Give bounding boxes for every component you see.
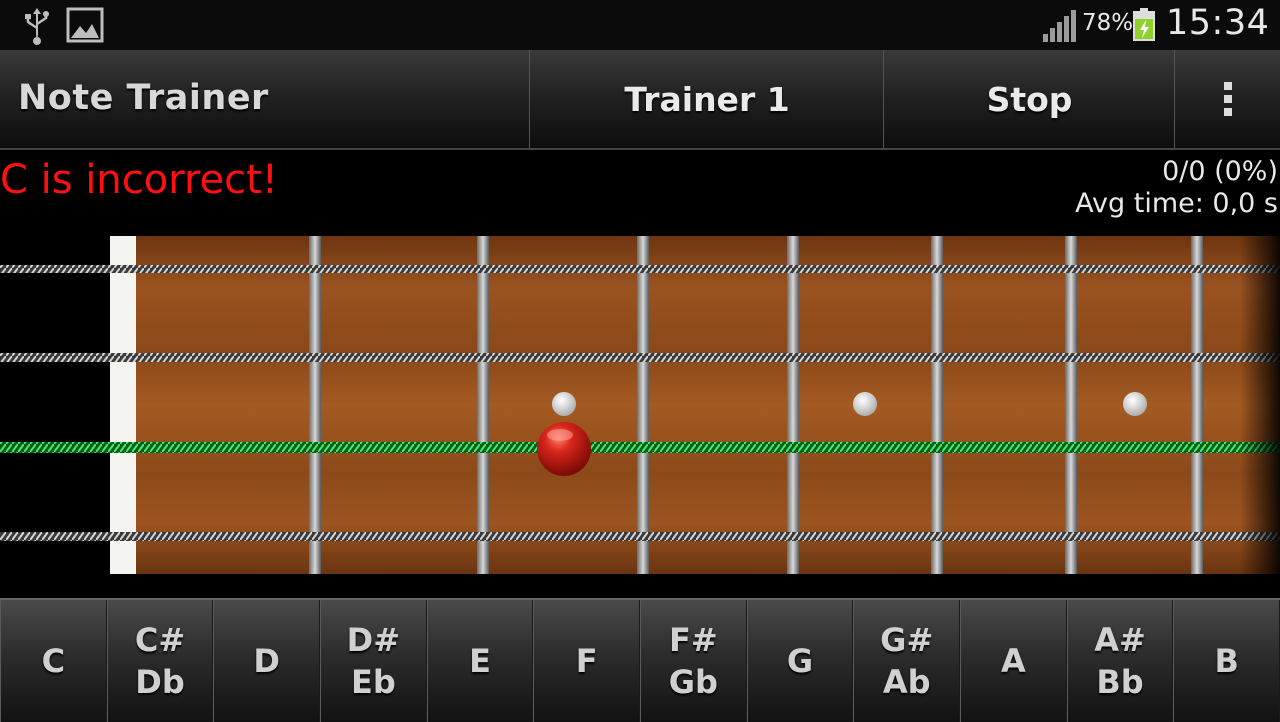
- fret-1: [309, 236, 321, 574]
- fret-6: [1065, 236, 1077, 574]
- overflow-menu-icon: [1223, 82, 1232, 116]
- string-4: [0, 532, 1280, 541]
- string-2: [0, 353, 1280, 362]
- note-button-a-sharp[interactable]: A# Bb: [1066, 600, 1174, 722]
- avg-time-text: Avg time: 0,0 s: [1075, 188, 1278, 219]
- score-text: 0/0 (0%): [1162, 156, 1278, 187]
- battery-charging-icon: [1133, 8, 1155, 41]
- app-title: Note Trainer: [18, 78, 269, 118]
- battery-percent: 78%: [1082, 10, 1134, 36]
- inlay-dot: [853, 392, 877, 416]
- note-button-c[interactable]: C: [0, 600, 107, 722]
- fret-4: [787, 236, 799, 574]
- note-button-b[interactable]: B: [1173, 600, 1280, 722]
- nut: [110, 236, 136, 574]
- fret-7: [1191, 236, 1203, 574]
- action-bar: Note Trainer Trainer 1 Stop: [0, 50, 1280, 150]
- string-1: [0, 265, 1280, 273]
- note-button-a[interactable]: A: [960, 600, 1067, 722]
- overflow-menu-button[interactable]: [1174, 50, 1280, 148]
- note-button-c-sharp[interactable]: C# Db: [106, 600, 214, 722]
- fretboard[interactable]: [0, 236, 1280, 576]
- status-bar: 78% 15:34: [0, 0, 1280, 50]
- usb-icon: [25, 8, 49, 45]
- fret-5: [931, 236, 943, 574]
- inlay-dot: [1123, 392, 1147, 416]
- result-message: C is incorrect!: [0, 157, 278, 203]
- trainer-select-button[interactable]: Trainer 1: [529, 50, 884, 148]
- fret-2: [477, 236, 489, 574]
- image-icon: [66, 7, 104, 43]
- stop-button[interactable]: Stop: [883, 50, 1175, 148]
- fret-3: [637, 236, 649, 574]
- note-button-d-sharp[interactable]: D# Eb: [320, 600, 427, 722]
- fretboard-wood: [110, 236, 1280, 574]
- note-button-g[interactable]: G: [746, 600, 854, 722]
- note-button-f-sharp[interactable]: F# Gb: [640, 600, 747, 722]
- note-button-f[interactable]: F: [533, 600, 641, 722]
- inlay-dot: [552, 392, 576, 416]
- note-button-d[interactable]: D: [213, 600, 321, 722]
- signal-icon: [1043, 10, 1076, 42]
- clock: 15:34: [1166, 3, 1270, 43]
- string-3-highlighted: [0, 442, 1280, 453]
- note-button-e[interactable]: E: [426, 600, 534, 722]
- note-button-g-sharp[interactable]: G# Ab: [853, 600, 961, 722]
- note-button-row: C C# Db D D# Eb E F F# Gb G G# Ab A A# Bb B: [0, 598, 1280, 722]
